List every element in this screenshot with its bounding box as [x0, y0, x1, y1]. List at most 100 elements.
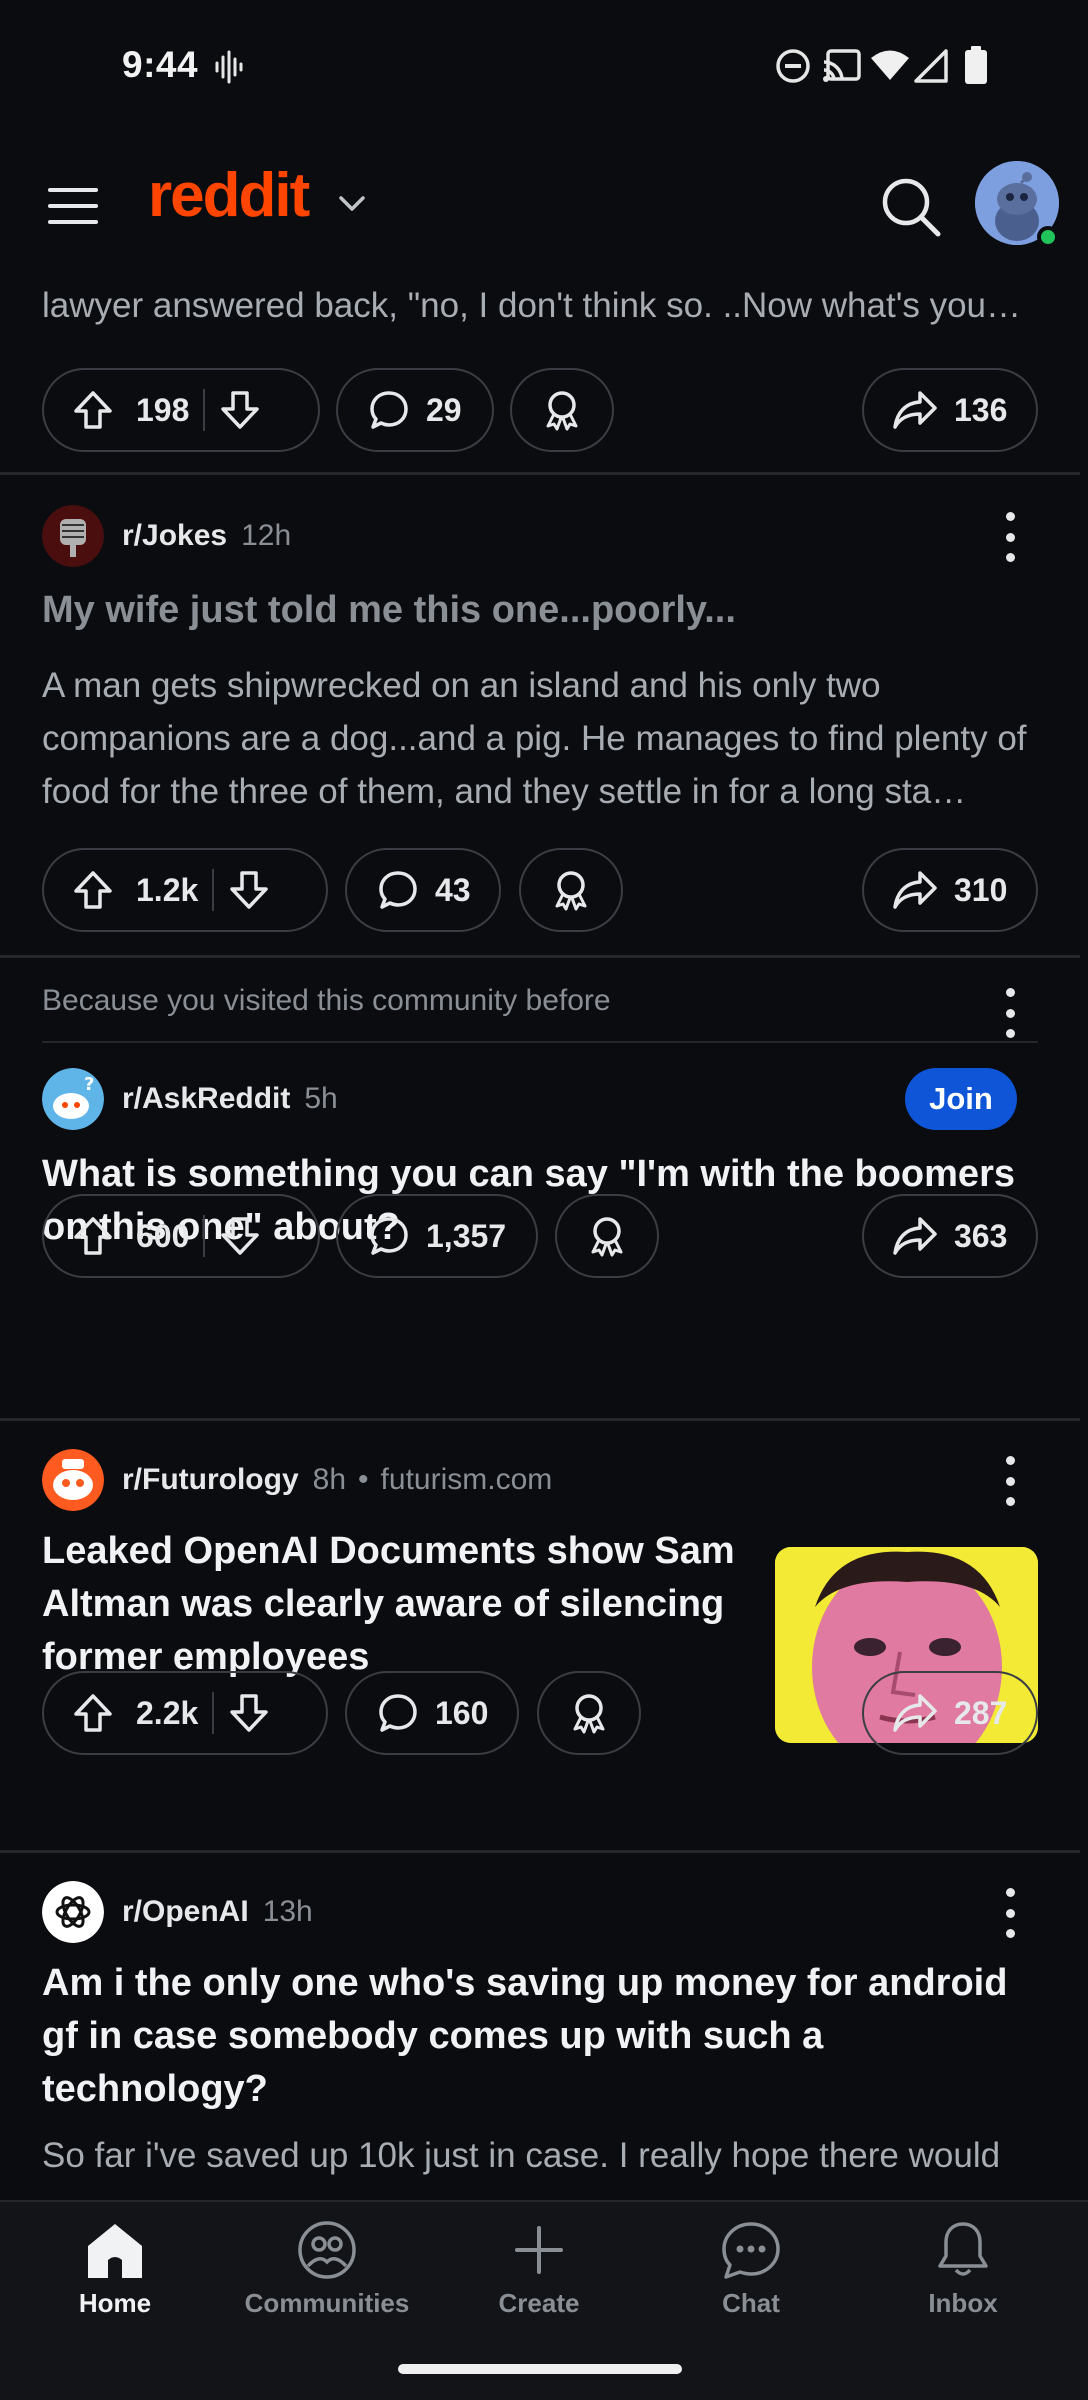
comments-button[interactable]: 43 [345, 848, 501, 932]
post-divider [0, 472, 1080, 475]
svg-text:?: ? [84, 1074, 94, 1095]
meta-separator: • [358, 1463, 369, 1496]
microphone-icon [42, 505, 104, 567]
post-options-icon[interactable] [996, 1456, 1024, 1506]
recommendation-options-icon[interactable] [996, 988, 1024, 1038]
jokes-subreddit-icon[interactable] [42, 505, 104, 567]
award-icon [546, 391, 578, 431]
nav-chat-label: Chat [722, 2288, 780, 2318]
gesture-home-bar[interactable] [398, 2364, 682, 2374]
post-age: 5h [304, 1082, 338, 1115]
share-button[interactable]: 310 [862, 848, 1038, 932]
comment-icon [370, 1217, 408, 1255]
subreddit-name[interactable]: r/Futurology [122, 1463, 299, 1497]
share-icon [893, 391, 937, 429]
join-button[interactable]: Join [905, 1068, 1017, 1130]
downvote-icon[interactable] [219, 1215, 261, 1257]
menu-icon[interactable] [48, 186, 98, 226]
share-icon [893, 1217, 937, 1255]
nav-communities[interactable]: Communities [237, 2220, 417, 2319]
upvote-count: 2.2k [136, 1694, 199, 1731]
post-options-icon[interactable] [996, 512, 1024, 562]
upvote-icon[interactable] [72, 1692, 114, 1734]
reddit-logo[interactable]: reddit [148, 160, 310, 231]
post-subreddit-row[interactable]: ? r/AskReddit 5h [42, 1068, 338, 1130]
post-divider [0, 1850, 1080, 1853]
post-body-teaser[interactable]: lawyer answered back, "no, I don't think… [42, 286, 1042, 326]
post-options-icon[interactable] [996, 1888, 1024, 1938]
comment-count: 1,357 [426, 1217, 507, 1254]
bell-icon [938, 2222, 988, 2276]
vote-control: 2.2k [42, 1671, 328, 1755]
do-not-disturb-icon [776, 49, 810, 83]
status-bar: 9:44 [0, 0, 1088, 140]
comment-icon [379, 1694, 417, 1732]
post-title[interactable]: Am i the only one who's saving up money … [42, 1957, 1042, 2116]
post-divider [0, 1418, 1080, 1421]
subreddit-name[interactable]: r/AskReddit [122, 1082, 290, 1116]
upvote-icon[interactable] [72, 869, 114, 911]
voicemail-waveform-icon [215, 50, 243, 84]
award-button[interactable] [510, 368, 614, 452]
comments-button[interactable]: 160 [345, 1671, 519, 1755]
award-icon [573, 1694, 605, 1734]
post-subreddit-row[interactable]: r/Jokes 12h [42, 505, 291, 567]
post-body[interactable]: A man gets shipwrecked on an island and … [42, 659, 1042, 818]
recommendation-reason: Because you visited this community befor… [42, 984, 611, 1017]
link-domain[interactable]: futurism.com [381, 1463, 553, 1497]
chevron-down-icon[interactable] [338, 194, 366, 214]
share-button[interactable]: 136 [862, 368, 1038, 452]
downvote-icon[interactable] [219, 389, 261, 431]
post-divider [0, 955, 1080, 958]
share-button[interactable]: 363 [862, 1194, 1038, 1278]
nav-inbox-label: Inbox [928, 2288, 998, 2318]
nav-home-label: Home [78, 2288, 152, 2318]
share-count: 136 [954, 391, 1008, 428]
upvote-count: 1.2k [136, 871, 199, 908]
battery-icon [965, 46, 987, 84]
vote-control: 198 [42, 368, 320, 452]
post-age: 13h [262, 1895, 313, 1928]
share-button[interactable]: 287 [862, 1671, 1038, 1755]
upvote-icon[interactable] [72, 389, 114, 431]
futurology-subreddit-icon[interactable] [42, 1449, 104, 1511]
share-count: 363 [954, 1217, 1008, 1254]
subreddit-name[interactable]: r/OpenAI [122, 1895, 249, 1929]
post-body[interactable]: So far i've saved up 10k just in case. I… [42, 2129, 1042, 2182]
nav-create-label: Create [498, 2288, 580, 2318]
askreddit-subreddit-icon[interactable]: ? [42, 1068, 104, 1130]
openai-subreddit-icon[interactable] [42, 1881, 104, 1943]
downvote-icon[interactable] [228, 1692, 270, 1734]
upvote-count: 198 [136, 391, 190, 428]
reason-divider [42, 1041, 1038, 1043]
post-subreddit-row[interactable]: r/OpenAI 13h [42, 1881, 313, 1943]
share-icon [893, 1694, 937, 1732]
comments-button[interactable]: 29 [336, 368, 494, 452]
nav-chat[interactable]: Chat [661, 2220, 841, 2319]
award-icon [555, 871, 587, 911]
vote-control: 1.2k [42, 848, 328, 932]
comment-count: 160 [435, 1694, 489, 1731]
downvote-icon[interactable] [228, 869, 270, 911]
nav-inbox[interactable]: Inbox [873, 2220, 1053, 2319]
vote-control: 600 [42, 1194, 320, 1278]
post-age: 8h [312, 1463, 347, 1496]
post-age: 12h [241, 519, 292, 552]
post-title[interactable]: Leaked OpenAI Documents show Sam Altman … [42, 1525, 742, 1684]
comments-button[interactable]: 1,357 [336, 1194, 538, 1278]
home-icon [88, 2224, 142, 2278]
post-title[interactable]: My wife just told me this one...poorly..… [42, 584, 1042, 637]
nav-create[interactable]: Create [449, 2220, 629, 2319]
nav-home[interactable]: Home [25, 2220, 205, 2319]
post-subreddit-row[interactable]: r/Futurology 8h • futurism.com [42, 1449, 552, 1511]
award-button[interactable] [519, 848, 623, 932]
subreddit-name[interactable]: r/Jokes [122, 519, 227, 553]
upvote-icon[interactable] [72, 1215, 114, 1257]
search-icon[interactable] [880, 176, 942, 238]
comment-icon [370, 391, 408, 429]
nav-communities-label: Communities [244, 2288, 410, 2318]
snoo-robot-icon [42, 1449, 104, 1511]
award-button[interactable] [537, 1671, 641, 1755]
share-icon [893, 871, 937, 909]
award-button[interactable] [555, 1194, 659, 1278]
